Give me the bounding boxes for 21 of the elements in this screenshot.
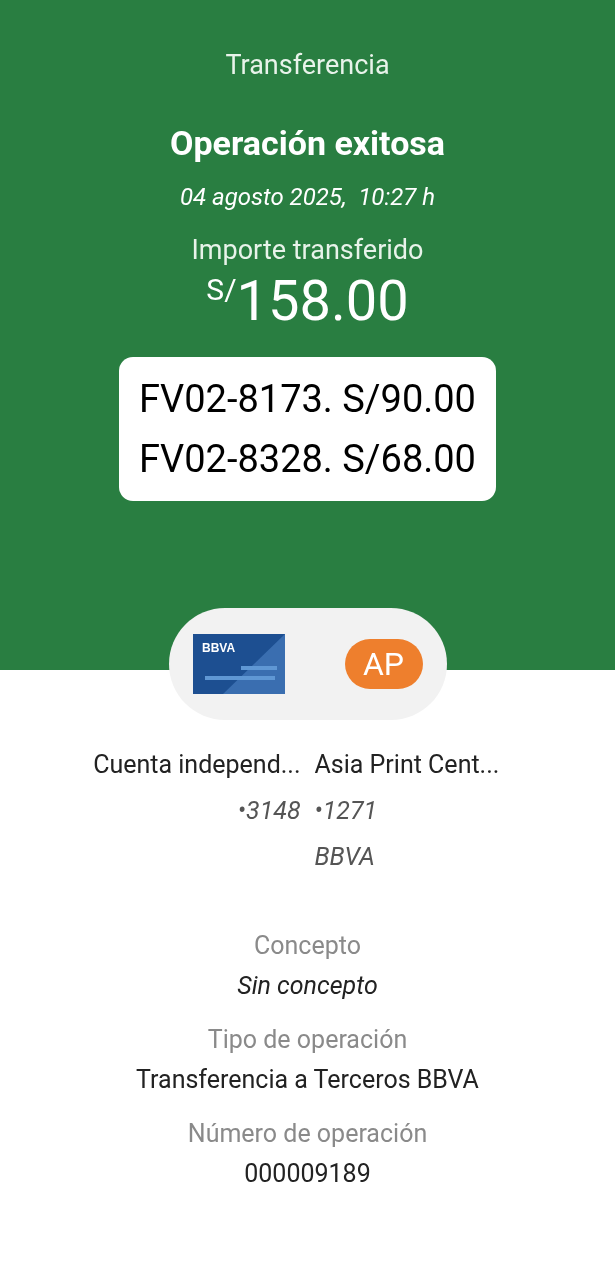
note-line: FV02-8328. S/68.00 bbox=[139, 436, 476, 483]
amount: 158.00 bbox=[236, 269, 409, 333]
detail-value: Transferencia a Terceros BBVA bbox=[136, 1064, 479, 1096]
source-account-number: •3148 bbox=[237, 795, 301, 827]
detail-label: Concepto bbox=[254, 930, 361, 962]
avatar: AP bbox=[344, 639, 423, 689]
status-title: Operación exitosa bbox=[170, 122, 445, 165]
destination-account-name: Asia Print Cent... bbox=[314, 749, 500, 781]
amount-label: Importe transferido bbox=[191, 233, 424, 267]
detail-value: Sin concepto bbox=[237, 970, 378, 1002]
date-time: 04 agosto 2025, 10:27 h bbox=[179, 182, 436, 213]
source-account-name: Cuenta independ... bbox=[93, 749, 301, 781]
destination-bank: BBVA bbox=[314, 841, 375, 873]
currency-symbol: S/ bbox=[206, 273, 237, 307]
bank-card-icon: BBVA bbox=[192, 634, 285, 694]
detail-label: Tipo de operación bbox=[207, 1024, 408, 1056]
destination-account-number: •1271 bbox=[314, 795, 378, 827]
detail-label: Número de operación bbox=[187, 1118, 428, 1150]
note-line: FV02-8173. S/90.00 bbox=[139, 376, 476, 423]
detail-value: 000009189 bbox=[244, 1158, 371, 1190]
screen-title: Transferencia bbox=[225, 48, 390, 82]
